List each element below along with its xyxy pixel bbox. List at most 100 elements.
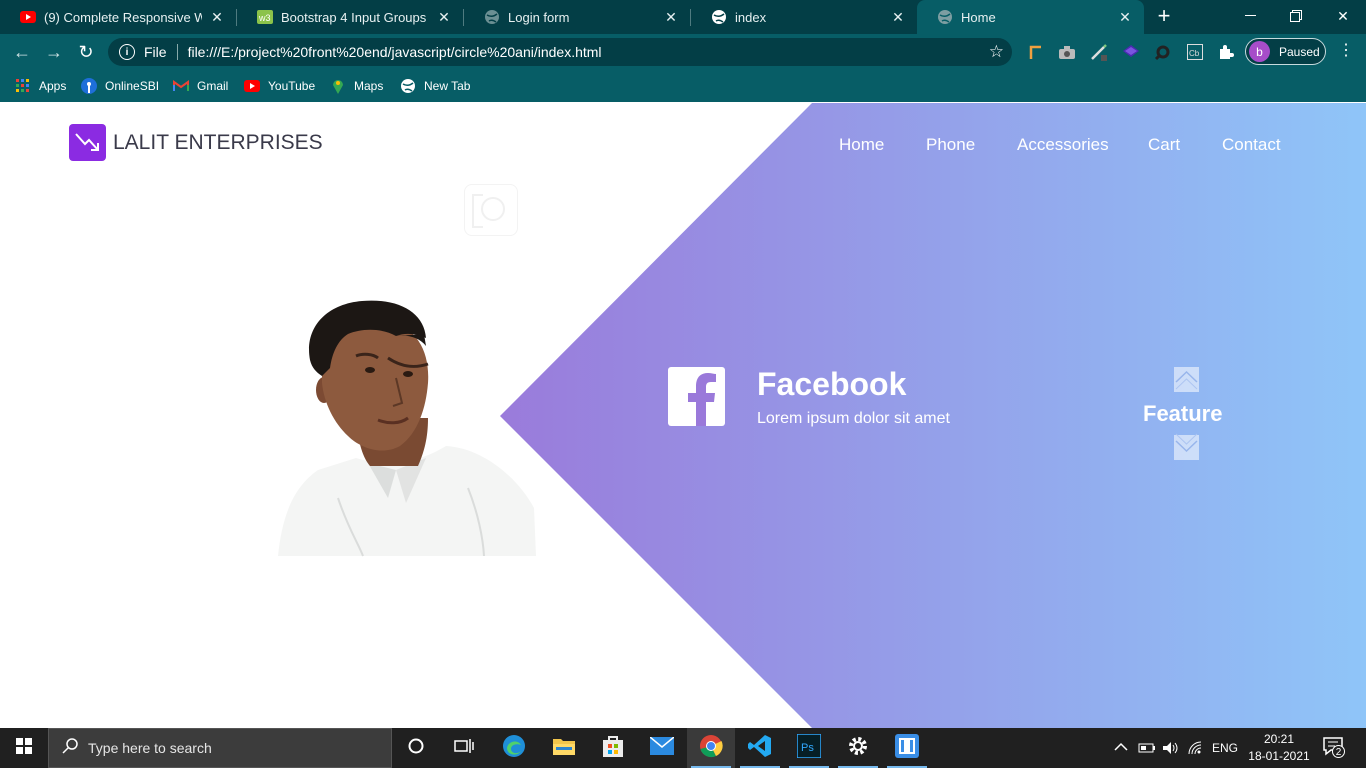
pen-icon[interactable]: [1089, 42, 1109, 62]
taskbar-store[interactable]: [589, 728, 637, 768]
tab-label: (9) Complete Responsive Webs: [44, 9, 202, 25]
more-menu-icon[interactable]: ⋮: [1336, 42, 1356, 62]
facebook-icon[interactable]: [668, 367, 725, 426]
bookmark-maps[interactable]: Maps: [330, 76, 383, 96]
svg-text:Ps: Ps: [801, 742, 814, 754]
site-logo[interactable]: LALIT ENTERPRISES: [69, 124, 323, 161]
bookmark-star-icon[interactable]: ☆: [989, 42, 1004, 62]
nav-contact[interactable]: Contact: [1222, 135, 1281, 155]
system-clock[interactable]: 20:21 18-01-2021: [1246, 731, 1312, 765]
extension-flag-icon[interactable]: [1026, 42, 1046, 62]
close-icon[interactable]: ✕: [435, 8, 453, 26]
layers-icon[interactable]: [1121, 42, 1141, 62]
youtube-icon: [20, 9, 36, 25]
bookmark-label: Gmail: [197, 79, 229, 93]
clock-date: 18-01-2021: [1248, 749, 1310, 763]
taskbar-photoshop[interactable]: Ps: [785, 728, 833, 768]
start-button[interactable]: [0, 728, 48, 768]
close-icon[interactable]: ✕: [208, 8, 226, 26]
tab-bootstrap[interactable]: w3 Bootstrap 4 Input Groups ✕: [237, 0, 463, 34]
tab-youtube[interactable]: (9) Complete Responsive Webs ✕: [0, 0, 236, 34]
nav-accessories[interactable]: Accessories: [1017, 135, 1109, 155]
globe-icon: [937, 9, 953, 25]
language-indicator[interactable]: ENG: [1212, 728, 1238, 768]
nav-phone[interactable]: Phone: [926, 135, 975, 155]
bookmark-apps[interactable]: Apps: [15, 76, 66, 96]
avatar: b: [1249, 41, 1270, 62]
taskbar-settings[interactable]: [834, 728, 882, 768]
taskbar-search[interactable]: Type here to search: [48, 728, 392, 768]
nav-home[interactable]: Home: [839, 135, 884, 155]
tab-index[interactable]: index ✕: [691, 0, 917, 34]
brand-name: LALIT ENTERPRISES: [113, 130, 323, 154]
scroll-down-button[interactable]: [1174, 433, 1199, 460]
notification-center-button[interactable]: 2: [1322, 728, 1346, 768]
back-button[interactable]: ←: [8, 38, 36, 66]
new-tab-button[interactable]: +: [1152, 5, 1176, 29]
feature-label: Feature: [1143, 401, 1223, 426]
tab-label: index: [735, 9, 767, 25]
svg-text:w3: w3: [258, 13, 271, 23]
task-view-button[interactable]: [440, 728, 488, 768]
close-icon[interactable]: ✕: [889, 8, 907, 26]
bookmarks-bar: Apps OnlineSBI Gmail YouTube Maps New Ta…: [0, 70, 1366, 102]
gear-icon: [847, 735, 869, 762]
tab-login[interactable]: Login form ✕: [464, 0, 690, 34]
tab-home[interactable]: Home ✕: [917, 0, 1144, 34]
url-text[interactable]: file:///E:/project%20front%20end/javascr…: [188, 44, 602, 60]
mail-icon: [649, 735, 675, 760]
minimize-button[interactable]: [1227, 0, 1273, 32]
show-hidden-icons[interactable]: [1114, 728, 1128, 768]
network-icon[interactable]: [1188, 728, 1204, 768]
edge-icon: [502, 734, 526, 763]
close-icon[interactable]: ✕: [1116, 8, 1134, 26]
bookmark-newtab[interactable]: New Tab: [400, 76, 470, 96]
task-view-icon: [454, 738, 474, 759]
bookmark-gmail[interactable]: Gmail: [173, 76, 228, 96]
forward-button[interactable]: →: [40, 38, 68, 66]
taskbar-chrome[interactable]: [687, 728, 735, 768]
restore-button[interactable]: [1273, 0, 1319, 32]
profile-button[interactable]: b Paused: [1245, 38, 1326, 65]
svg-text:Cb: Cb: [1189, 49, 1200, 58]
taskbar-app[interactable]: [883, 728, 931, 768]
bookmark-label: Maps: [354, 79, 384, 93]
volume-icon[interactable]: [1162, 728, 1180, 768]
taskbar-vscode[interactable]: [736, 728, 784, 768]
tab-strip: (9) Complete Responsive Webs ✕ w3 Bootst…: [0, 0, 1366, 34]
taskbar-file-explorer[interactable]: [540, 728, 588, 768]
arrow-left-icon: ←: [13, 41, 31, 62]
address-bar[interactable]: i File file:///E:/project%20front%20end/…: [108, 38, 1012, 66]
close-icon[interactable]: ✕: [662, 8, 680, 26]
windows-logo-icon: [16, 737, 32, 759]
taskbar-mail[interactable]: [638, 728, 686, 768]
reload-button[interactable]: ↻: [72, 38, 100, 66]
battery-icon[interactable]: [1138, 728, 1156, 768]
taskbar-edge[interactable]: [490, 728, 538, 768]
close-window-button[interactable]: ✕: [1320, 0, 1366, 32]
nav-cart[interactable]: Cart: [1148, 135, 1180, 155]
cb-extension-icon[interactable]: Cb: [1185, 42, 1205, 62]
cortana-button[interactable]: [392, 728, 440, 768]
arrow-right-icon: →: [45, 41, 63, 62]
trend-down-logo-icon: [69, 124, 106, 161]
bookmark-onlinesbi[interactable]: OnlineSBI: [81, 76, 159, 96]
bookmark-youtube[interactable]: YouTube: [244, 76, 315, 96]
extensions-puzzle-icon[interactable]: [1216, 42, 1236, 62]
camera-icon[interactable]: [1057, 42, 1077, 62]
eyedropper-icon[interactable]: [1153, 42, 1173, 62]
search-placeholder: Type here to search: [88, 740, 212, 756]
reload-icon: ↻: [78, 41, 94, 62]
bookmark-label: Apps: [39, 79, 67, 93]
search-icon: [62, 738, 78, 758]
faded-icon: [464, 184, 518, 236]
apps-grid-icon: [15, 78, 31, 94]
notification-count: 2: [1332, 745, 1345, 758]
scroll-up-button[interactable]: [1174, 367, 1199, 392]
tab-label: Home: [961, 9, 996, 25]
w3-icon: w3: [257, 9, 273, 25]
profile-status: Paused: [1279, 44, 1320, 59]
info-icon[interactable]: i: [119, 44, 135, 60]
chevron-up-icon: [1174, 365, 1199, 395]
tab-label: Bootstrap 4 Input Groups: [281, 9, 427, 25]
